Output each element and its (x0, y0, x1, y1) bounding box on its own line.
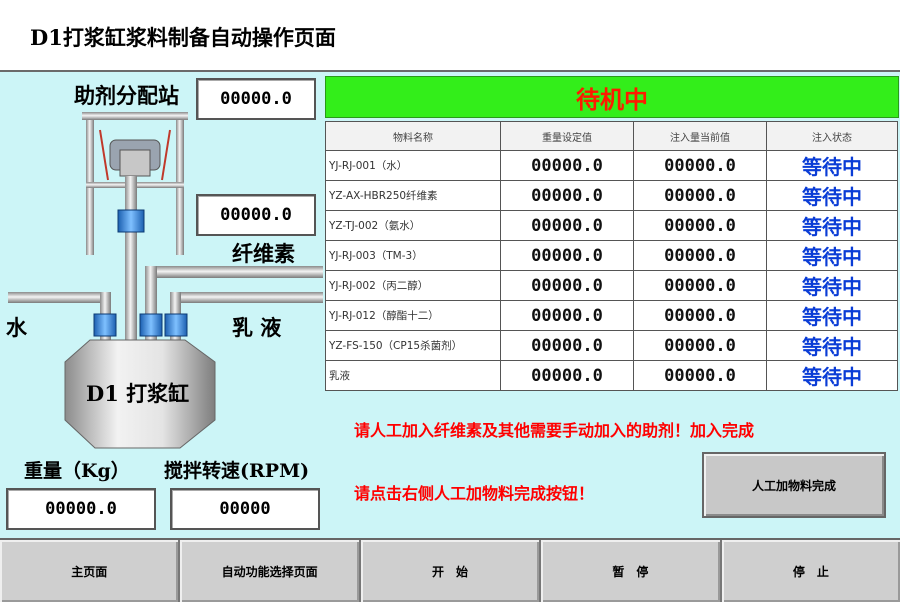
injection-state: 等待中 (766, 210, 898, 241)
station-value: 00000.0 (196, 78, 316, 120)
material-name: 乳液 (325, 360, 501, 391)
weight-setpoint[interactable]: 00000.0 (500, 180, 634, 211)
table-row: YJ-RJ-002（丙二醇） 00000.0 00000.0 等待中 (325, 270, 898, 301)
weight-setpoint[interactable]: 00000.0 (500, 330, 634, 361)
material-name: YZ-FS-150（CP15杀菌剂） (325, 330, 501, 361)
emulsion-valve-icon[interactable] (164, 313, 188, 337)
header-weight-setpoint: 重量设定值 (500, 121, 634, 151)
header-material-name: 物料名称 (325, 121, 501, 151)
injection-state: 等待中 (766, 240, 898, 271)
injected-current: 00000.0 (633, 270, 767, 301)
fiber-value: 00000.0 (196, 194, 316, 236)
table-header-row: 物料名称 重量设定值 注入量当前值 注入状态 (325, 121, 898, 151)
weight-setpoint[interactable]: 00000.0 (500, 300, 634, 331)
material-name: YJ-RJ-002（丙二醇） (325, 270, 501, 301)
pause-button[interactable]: 暂 停 (541, 540, 722, 602)
home-button[interactable]: 主页面 (0, 540, 181, 602)
weight-label: 重量（Kg） (24, 460, 130, 482)
stop-button[interactable]: 停 止 (721, 540, 900, 602)
material-name: YJ-RJ-003（TM-3） (325, 240, 501, 271)
header-injected-current: 注入量当前值 (633, 121, 767, 151)
table-row: YZ-AX-HBR250纤维素 00000.0 00000.0 等待中 (325, 180, 898, 211)
injected-current: 00000.0 (633, 360, 767, 391)
water-pipe-horizontal (8, 292, 110, 303)
injection-state: 等待中 (766, 300, 898, 331)
manual-addition-done-button[interactable]: 人工加物料完成 (702, 452, 886, 518)
speed-value: 00000 (170, 488, 320, 530)
injected-current: 00000.0 (633, 210, 767, 241)
injection-state: 等待中 (766, 360, 898, 391)
weight-setpoint[interactable]: 00000.0 (500, 150, 634, 181)
table-row: YJ-RJ-001（水） 00000.0 00000.0 等待中 (325, 150, 898, 181)
injected-current: 00000.0 (633, 180, 767, 211)
speed-label: 搅拌转速(RPM) (164, 460, 310, 482)
material-name: YJ-RJ-012（醇酯十二） (325, 300, 501, 331)
instruction-line-1: 请人工加入纤维素及其他需要手动加入的助剂！加入完成 (354, 421, 755, 440)
table-row: YZ-TJ-002（氨水） 00000.0 00000.0 等待中 (325, 210, 898, 241)
main-feed-valve-icon[interactable] (117, 209, 145, 233)
injected-current: 00000.0 (633, 240, 767, 271)
fiber-valve-icon[interactable] (139, 313, 163, 337)
status-banner: 待机中 (325, 76, 899, 118)
injection-state: 等待中 (766, 180, 898, 211)
tank-label: D1 打浆缸 (86, 381, 190, 406)
main-feed-pipe (125, 176, 137, 341)
material-name: YZ-AX-HBR250纤维素 (325, 180, 501, 211)
header-injection-state: 注入状态 (766, 121, 898, 151)
water-label: 水 (6, 315, 27, 340)
weight-setpoint[interactable]: 00000.0 (500, 240, 634, 271)
material-name: YJ-RJ-001（水） (325, 150, 501, 181)
start-button[interactable]: 开 始 (360, 540, 542, 602)
injection-state: 等待中 (766, 330, 898, 361)
material-name: YZ-TJ-002（氨水） (325, 210, 501, 241)
emulsion-pipe-horizontal (170, 292, 323, 303)
table-row: 乳液 00000.0 00000.0 等待中 (325, 360, 898, 391)
table-row: YJ-RJ-012（醇酯十二） 00000.0 00000.0 等待中 (325, 300, 898, 331)
bottom-nav: 主页面 自动功能选择页面 开 始 暂 停 停 止 (0, 538, 900, 602)
station-label: 助剂分配站 (74, 83, 179, 108)
injection-state: 等待中 (766, 270, 898, 301)
material-table: 物料名称 重量设定值 注入量当前值 注入状态 YJ-RJ-001（水） 0000… (325, 121, 898, 391)
table-row: YZ-FS-150（CP15杀菌剂） 00000.0 00000.0 等待中 (325, 330, 898, 361)
weight-value: 00000.0 (6, 488, 156, 530)
injection-state: 等待中 (766, 150, 898, 181)
water-valve-icon[interactable] (93, 313, 117, 337)
table-row: YJ-RJ-003（TM-3） 00000.0 00000.0 等待中 (325, 240, 898, 271)
injected-current: 00000.0 (633, 300, 767, 331)
auto-select-page-button[interactable]: 自动功能选择页面 (180, 540, 361, 602)
weight-setpoint[interactable]: 00000.0 (500, 270, 634, 301)
emulsion-label: 乳 液 (232, 315, 282, 340)
instruction-line-2: 请点击右侧人工加物料完成按钮！ (354, 484, 595, 503)
injected-current: 00000.0 (633, 330, 767, 361)
fiber-label: 纤维素 (232, 241, 295, 266)
weight-setpoint[interactable]: 00000.0 (500, 210, 634, 241)
weight-setpoint[interactable]: 00000.0 (500, 360, 634, 391)
injected-current: 00000.0 (633, 150, 767, 181)
